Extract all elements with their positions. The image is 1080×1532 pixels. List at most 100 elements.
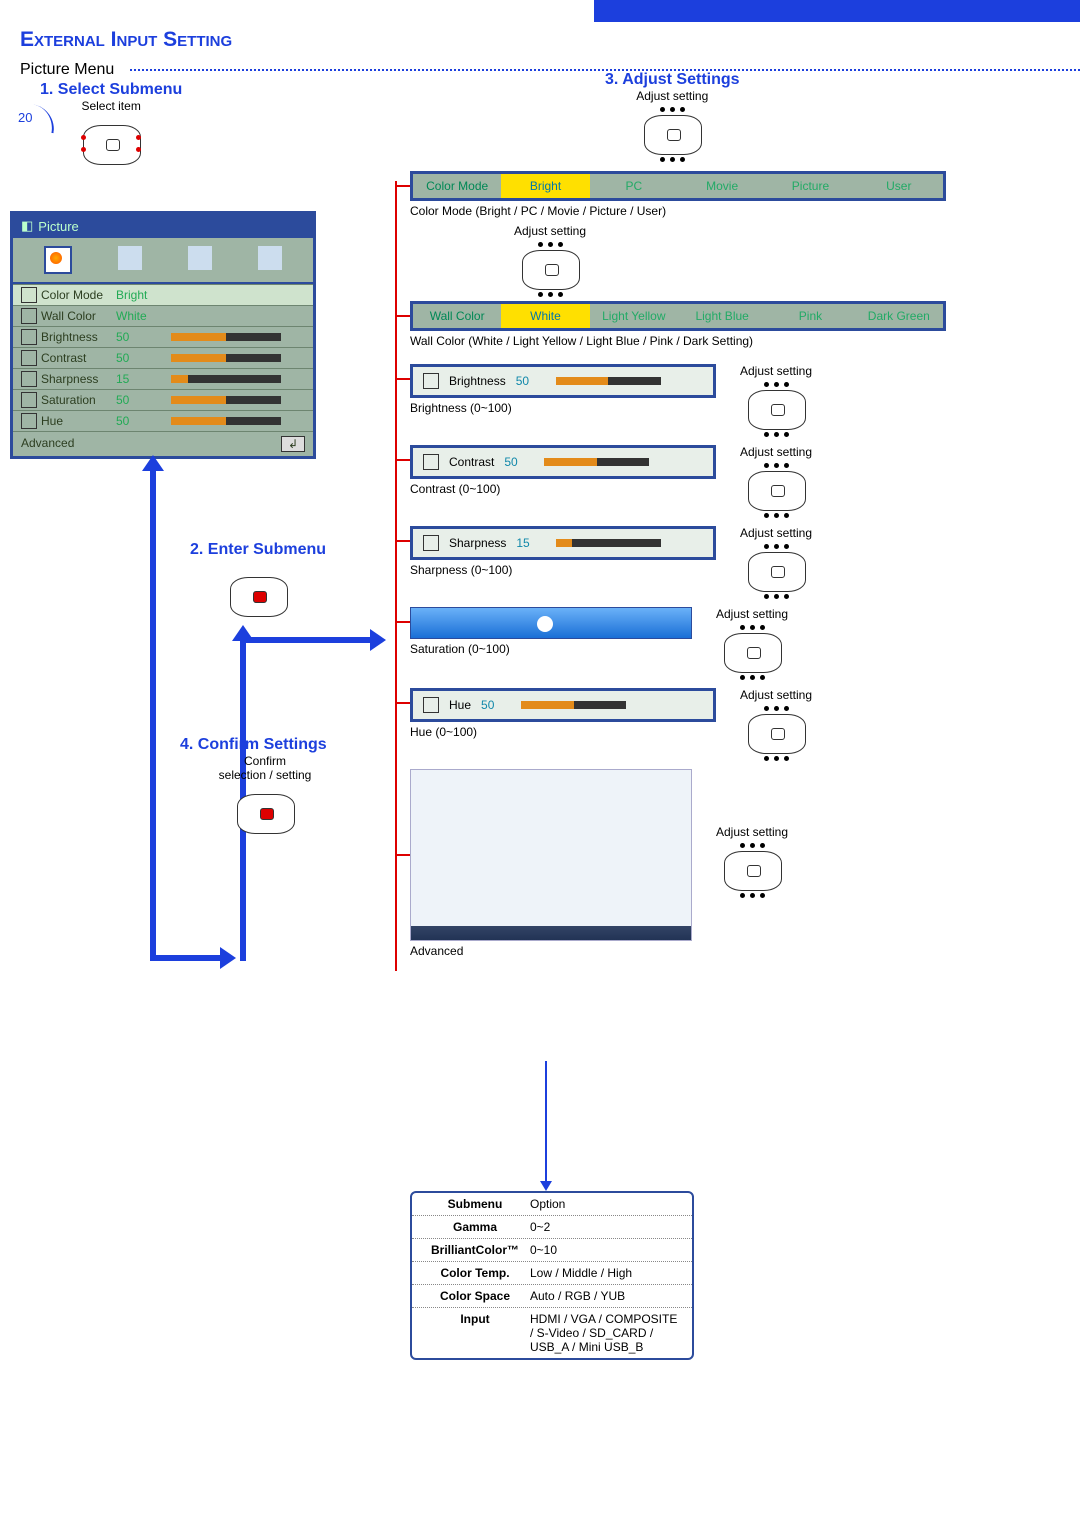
adv-row-value: HDMI / VGA / COMPOSITE / S-Video / SD_CA… [530, 1312, 684, 1354]
advanced-row-color-temp-: Color Temp.Low / Middle / High [412, 1262, 692, 1285]
bracket-stub [395, 185, 410, 187]
top-band [0, 0, 1080, 22]
adv-th-left: Submenu [420, 1197, 530, 1211]
step-2: 2. Enter Submenu [190, 541, 326, 628]
remote-adjust-hue [736, 706, 816, 761]
advanced-screenshot [410, 769, 692, 941]
osd-row-value: Bright [116, 288, 171, 302]
adv-th-right: Option [530, 1197, 684, 1211]
picture-icon: ◧ [21, 218, 33, 234]
osd-row-slider [171, 396, 281, 404]
osd-row-wall-color[interactable]: Wall ColorWhite [13, 305, 313, 326]
tab-icon-4[interactable] [258, 246, 282, 270]
step3-hint: Adjust setting [605, 89, 740, 103]
setting-label: Wall Color [413, 304, 501, 328]
osd-row-slider [171, 375, 281, 383]
bracket-stub [395, 459, 410, 461]
adjust-label: Adjust setting [712, 607, 792, 621]
osd-title: Picture [38, 219, 78, 234]
osd-tab-icons [13, 238, 313, 284]
row-icon [21, 392, 37, 408]
option-picture[interactable]: Picture [766, 174, 854, 198]
adjust-label: Adjust setting [736, 688, 816, 702]
osd-row-value: 15 [116, 372, 171, 386]
setting-contrast[interactable]: Contrast50 [410, 445, 716, 479]
slider-track [521, 701, 626, 709]
section-row: Picture Menu [0, 56, 1080, 71]
osd-row-sharpness[interactable]: Sharpness15 [13, 368, 313, 389]
setting-brightness[interactable]: Brightness50 [410, 364, 716, 398]
setting-wall_color[interactable]: Wall ColorWhiteLight YellowLight BluePin… [410, 301, 946, 331]
adv-row-label: Gamma [420, 1220, 530, 1234]
step-3: 3. Adjust Settings Adjust setting [605, 71, 740, 166]
slider-caption: Contrast (0~100) [410, 482, 716, 496]
hue-icon [423, 697, 439, 713]
option-light-yellow[interactable]: Light Yellow [590, 304, 678, 328]
osd-row-color-mode[interactable]: Color ModeBright [13, 284, 313, 305]
slider-value: 50 [516, 374, 546, 388]
remote-adjust-wall [510, 242, 590, 297]
arrow-corner-1 [150, 955, 220, 961]
advanced-row-input: InputHDMI / VGA / COMPOSITE / S-Video / … [412, 1308, 692, 1358]
osd-row-hue[interactable]: Hue50 [13, 410, 313, 431]
option-movie[interactable]: Movie [678, 174, 766, 198]
option-white[interactable]: White [501, 304, 589, 328]
option-pc[interactable]: PC [590, 174, 678, 198]
option-dark-green[interactable]: Dark Green [855, 304, 943, 328]
advanced-caption: Advanced [410, 944, 692, 958]
setting-color_mode[interactable]: Color ModeBrightPCMoviePictureUser [410, 171, 946, 201]
setting-hue[interactable]: Hue50 [410, 688, 716, 722]
bracket-stub [395, 540, 410, 542]
osd-row-contrast[interactable]: Contrast50 [13, 347, 313, 368]
osd-row-slider [171, 354, 281, 362]
osd-row-value: 50 [116, 393, 171, 407]
setting-sharpness[interactable]: Sharpness 15 [410, 526, 716, 560]
adjust-label: Adjust setting [736, 526, 816, 540]
step3-title: 3. Adjust Settings [605, 71, 740, 89]
osd-row-label: Brightness [21, 329, 116, 345]
arrow-right-2 [240, 637, 370, 643]
step1-title: 1. Select Submenu [40, 81, 182, 99]
setting-caption: Wall Color (White / Light Yellow / Light… [410, 334, 946, 348]
option-pink[interactable]: Pink [766, 304, 854, 328]
tab-icon-3[interactable] [188, 246, 212, 270]
osd-row-value: White [116, 309, 171, 323]
row-icon [21, 287, 37, 303]
osd-advanced-label[interactable]: Advanced [21, 436, 74, 452]
remote-confirm [225, 786, 305, 841]
option-light-blue[interactable]: Light Blue [678, 304, 766, 328]
osd-row-value: 50 [116, 414, 171, 428]
slider-value: 15 [516, 536, 546, 550]
step4-hint2: selection / setting [180, 768, 350, 782]
brightness-icon [423, 373, 439, 389]
remote-adjust-brightness [736, 382, 816, 437]
bracket-stub [395, 854, 410, 856]
slider-label: Sharpness [449, 536, 506, 550]
bracket-stub [395, 378, 410, 380]
advanced-row-gamma: Gamma0~2 [412, 1216, 692, 1239]
adjust-label: Adjust setting [712, 825, 792, 839]
remote-adjust-saturation [712, 625, 792, 680]
row-icon [21, 350, 37, 366]
tab-icon-2[interactable] [118, 246, 142, 270]
osd-row-label: Saturation [21, 392, 116, 408]
osd-row-brightness[interactable]: Brightness50 [13, 326, 313, 347]
osd-row-label: Color Mode [21, 287, 116, 303]
adjust-label: Adjust setting [736, 445, 816, 459]
row-icon [21, 371, 37, 387]
saturation-caption: Saturation (0~100) [410, 642, 692, 656]
option-user[interactable]: User [855, 174, 943, 198]
saturation-screenshot [410, 607, 692, 639]
osd-row-slider [171, 417, 281, 425]
adjust-label: Adjust setting [410, 224, 690, 238]
row-icon [21, 308, 37, 324]
osd-row-saturation[interactable]: Saturation50 [13, 389, 313, 410]
tab-icon-1[interactable] [44, 246, 72, 274]
adv-row-label: Color Space [420, 1289, 530, 1303]
option-bright[interactable]: Bright [501, 174, 589, 198]
arrow-up-1 [150, 471, 156, 961]
step2-title: 2. Enter Submenu [190, 541, 326, 559]
step1-hint: Select item [40, 99, 182, 113]
contrast-icon [423, 454, 439, 470]
arrow-to-advanced [545, 1061, 547, 1181]
